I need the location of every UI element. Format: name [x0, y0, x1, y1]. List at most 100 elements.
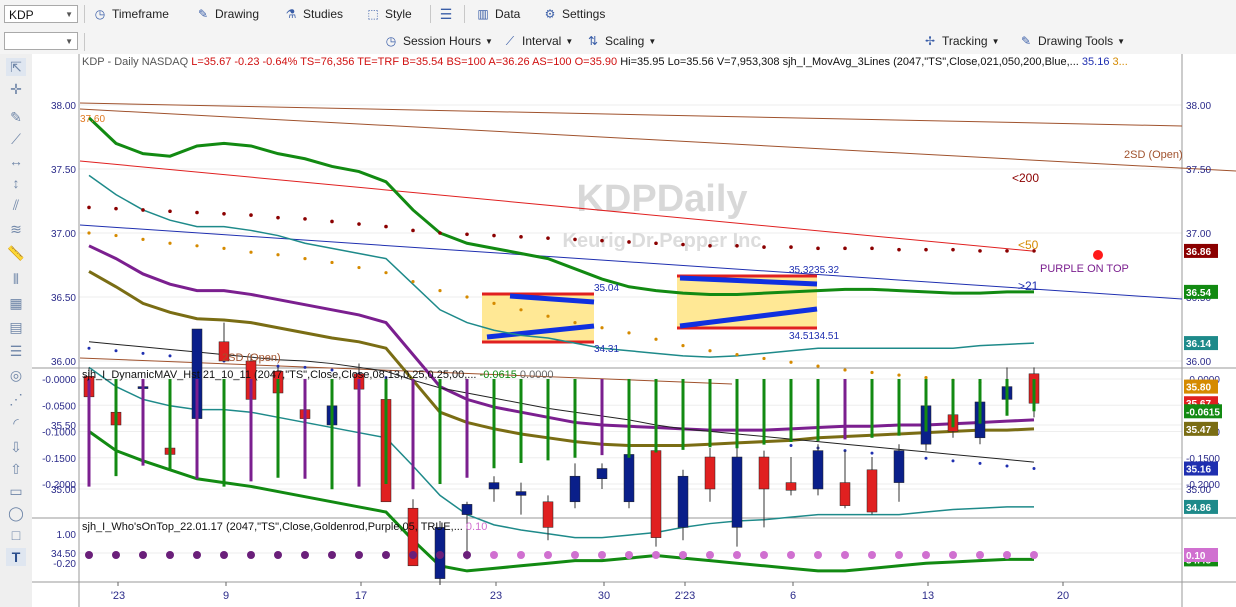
whosontop-pane-header: sjh_I_Who'sOnTop_22.01.17 (2047,"TS",Clo… [82, 521, 487, 533]
ma200-dot [681, 242, 685, 247]
hist-tick-left: -0.2000 [42, 480, 76, 491]
fibonacci-tool-icon[interactable]: ≋ [6, 220, 26, 238]
candle-body [488, 482, 500, 490]
data-button[interactable]: ▥ Data [475, 4, 520, 24]
columns-tool-icon[interactable]: ⦀ [6, 270, 26, 288]
studies-button[interactable]: ⚗ Studies [283, 4, 343, 24]
rectangle-tool-icon[interactable]: ▭ [6, 482, 26, 500]
candle-body [704, 456, 716, 490]
ma21-dot [168, 354, 172, 358]
candle-body [677, 475, 689, 528]
tracking-button[interactable]: ✢ Tracking ▼ [922, 31, 1000, 51]
crosshair-tool-icon[interactable]: ✛ [6, 80, 26, 98]
channel-tool-icon[interactable]: ⫽ [6, 196, 26, 214]
whos-on-top-dot [544, 551, 552, 559]
ma200-dot [276, 215, 280, 220]
ma21-dot [870, 451, 874, 455]
candle-body [596, 468, 608, 480]
symbol-combo[interactable]: KDP ▼ [4, 5, 78, 23]
ma200-dot [249, 213, 253, 217]
text-tool-icon[interactable]: T [6, 548, 26, 566]
price-tag-text: 36.86 [1186, 247, 1211, 258]
price-tag-text: 36.54 [1186, 288, 1211, 299]
scaling-label: Scaling [605, 34, 645, 48]
y-tick-left: 36.00 [51, 357, 76, 368]
x-axis-label: 17 [355, 590, 367, 602]
label-2sd-top: 2SD (Open) [1124, 149, 1183, 161]
trendline-tool-icon[interactable]: ⟋ [6, 130, 26, 148]
clock-icon: ◷ [385, 34, 397, 48]
label-3760: 37.60 [80, 114, 105, 125]
arc-tool-icon[interactable]: ◜ [6, 414, 26, 432]
chevron-down-icon: ▼ [648, 36, 657, 46]
drawing-tools-button[interactable]: ✎ Drawing Tools ▼ [1018, 31, 1125, 51]
ma50-dot [438, 289, 442, 293]
candle-body [866, 469, 878, 513]
whos-on-top-dot [976, 551, 984, 559]
layout-button[interactable]: ☰ [438, 4, 454, 24]
ma50-dot [249, 250, 253, 254]
ma50-dot [114, 233, 118, 238]
y-tick-left: 38.00 [51, 101, 76, 112]
cycle-tool-icon[interactable]: ◎ [6, 366, 26, 384]
header-quote: L=35.67 -0.23 -0.64% TS=76,356 TE=TRF B=… [191, 56, 572, 68]
studies-label: Studies [303, 7, 344, 21]
price-tag-text: 35.80 [1186, 383, 1211, 394]
histogram-pane-header: sjh_I_DynamicMAV_Hst 21_10_11 (2047,"TS"… [82, 369, 554, 381]
hist-tick-right: -0.2000 [1186, 480, 1220, 491]
main-toolbar: KDP ▼ ◷ Timeframe ✎ Drawing ⚗ Studies ⬚ Styl… [0, 0, 1236, 29]
hist-tick-left: -0.1500 [42, 454, 76, 465]
x-axis-label: 20 [1057, 590, 1069, 602]
drawing-button[interactable]: ✎ Drawing [195, 4, 259, 24]
header-open: O=35.90 [574, 56, 618, 68]
interval-button[interactable]: ⟋ Interval ▼ [502, 31, 573, 51]
session-hours-button[interactable]: ◷ Session Hours ▼ [383, 31, 493, 51]
ellipse-tool-icon[interactable]: ◯ [6, 504, 26, 522]
whos-on-top-dot [301, 551, 309, 559]
speed-lines-icon[interactable]: ⋰ [6, 390, 26, 408]
hist-tag-text: -0.0615 [1186, 407, 1220, 418]
horizontal-line-icon[interactable]: ↔ [6, 152, 26, 170]
consolidation-box-2 [677, 274, 818, 330]
ruler-tool-icon[interactable]: 📏 [6, 244, 26, 262]
x-axis-label: 2'23 [675, 590, 695, 602]
hist-tick-left: -0.1000 [42, 428, 76, 439]
gann-tool-icon[interactable]: ▤ [6, 318, 26, 336]
grid-tool-icon[interactable]: ▦ [6, 294, 26, 312]
label-ma21: >21 [1018, 279, 1039, 293]
main-pane-header: KDP - Daily NASDAQ L=35.67 -0.23 -0.64% … [82, 56, 1128, 68]
whos-on-top-dot [652, 551, 660, 559]
whos-on-top-dot [706, 551, 714, 559]
watermark-title: KDPDaily [576, 178, 747, 220]
interval-combo[interactable]: ▼ [4, 32, 78, 50]
whos-on-top-dot [463, 551, 471, 559]
pointer-icon[interactable]: ⇱ [6, 58, 26, 76]
square-tool-icon[interactable]: □ [6, 526, 26, 544]
label-2sd-bottom: 2SD (Open) [222, 352, 281, 364]
purple-on-top-marker [1093, 250, 1103, 260]
ma21-dot [924, 456, 928, 460]
pencil-icon: ✎ [197, 7, 209, 21]
scaling-button[interactable]: ⇅ Scaling ▼ [585, 31, 656, 51]
ma200-dot [411, 228, 415, 233]
ma21-dot [978, 461, 982, 465]
pen-tool-icon[interactable]: ✎ [6, 108, 26, 126]
ma200-dot [546, 236, 550, 240]
candle-body [515, 491, 527, 496]
ma50-dot [546, 314, 550, 318]
style-button[interactable]: ⬚ Style [365, 4, 411, 24]
lines-tool-icon[interactable]: ☰ [6, 342, 26, 360]
timeframe-icon: ◷ [94, 7, 106, 21]
timeframe-button[interactable]: ◷ Timeframe [92, 4, 169, 24]
header-exchange: NASDAQ [141, 56, 189, 68]
ma200-dot [465, 232, 469, 237]
wot-tick-left: 1.00 [57, 530, 77, 541]
arrow-down-tool-icon[interactable]: ⇩ [6, 438, 26, 456]
candle-body [893, 450, 905, 483]
settings-button[interactable]: ⚙ Settings [542, 4, 606, 24]
whos-on-top-dot [895, 551, 903, 559]
box2-low-label: 34.5134.51 [789, 331, 839, 342]
ma21-dot [789, 443, 793, 447]
vertical-line-icon[interactable]: ↕ [6, 174, 26, 192]
arrow-up-tool-icon[interactable]: ⇧ [6, 460, 26, 478]
